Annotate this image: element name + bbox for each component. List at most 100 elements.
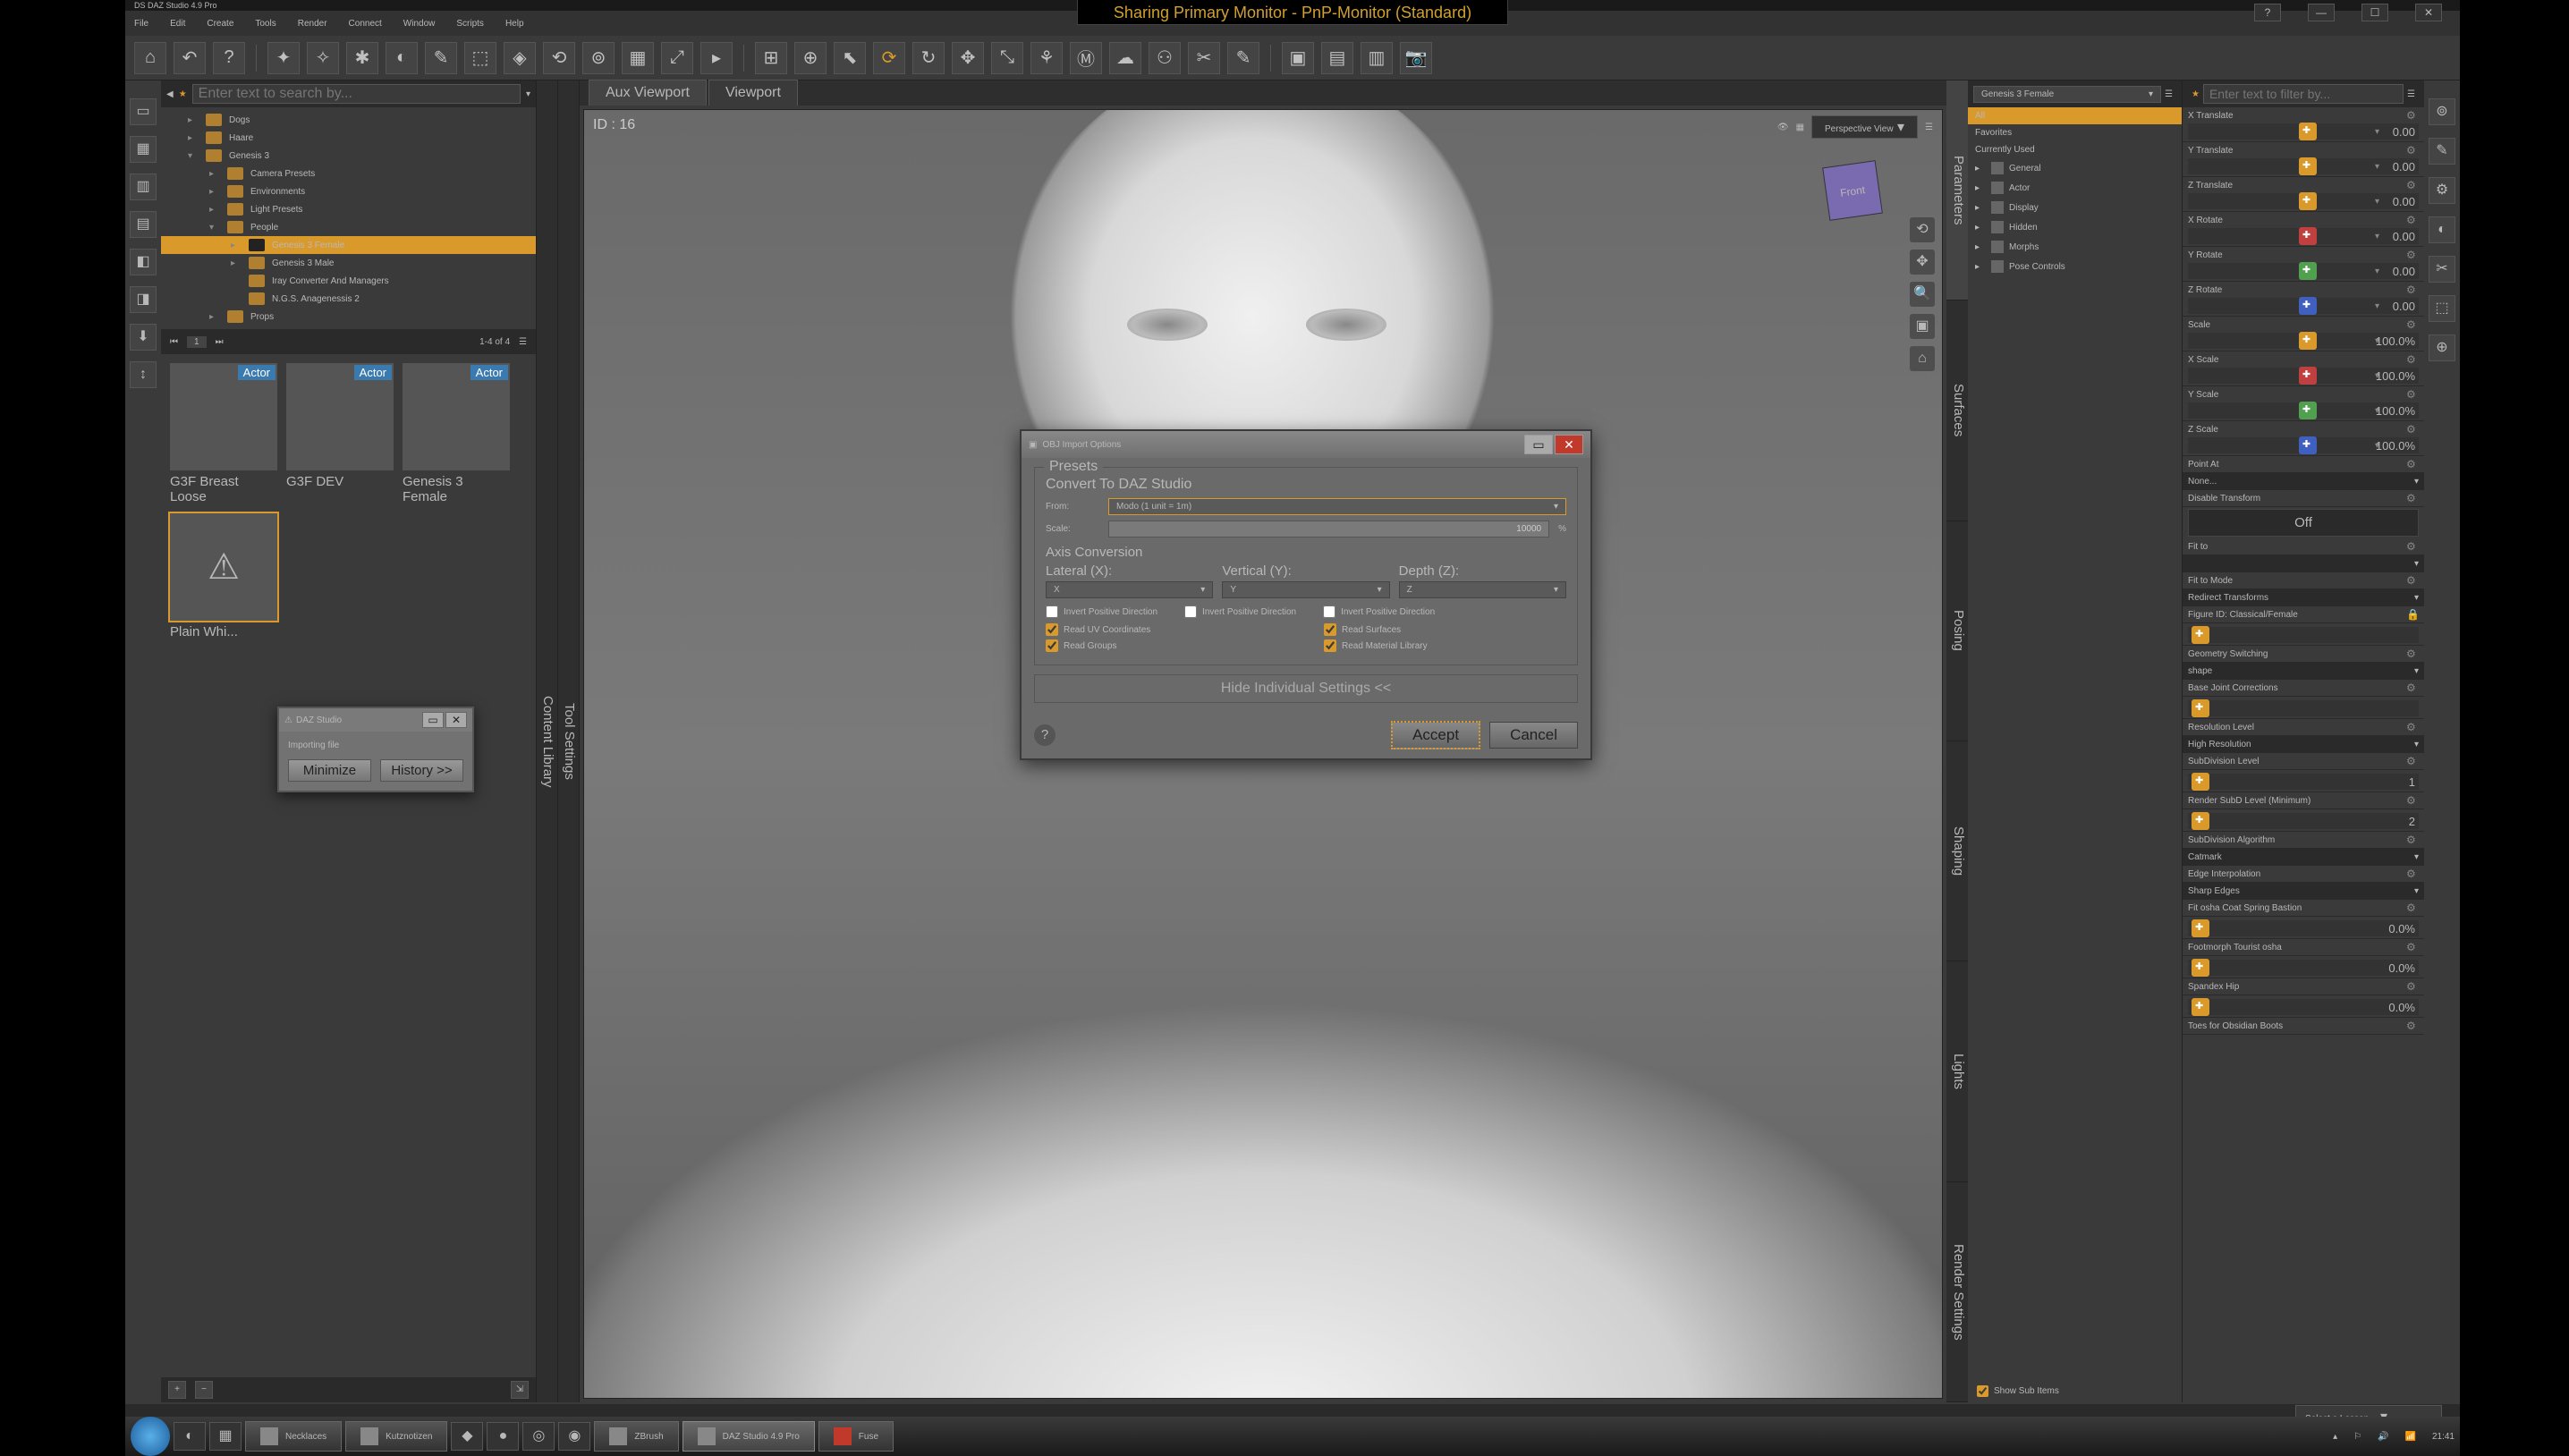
invert-z-checkbox[interactable]	[1323, 605, 1335, 618]
tray-icon[interactable]: ⚐	[2353, 1432, 2361, 1442]
pan-icon[interactable]: ✥	[1910, 250, 1935, 275]
param-slider[interactable]: ▾0.00	[2188, 298, 2419, 314]
content-thumb[interactable]: ActorG3F Breast Loose	[170, 363, 277, 504]
scene-row[interactable]: ▸Display	[1968, 198, 2182, 217]
content-thumb[interactable]: ActorG3F DEV	[286, 363, 394, 504]
activity-icon[interactable]: ◨	[130, 286, 157, 313]
gear-icon[interactable]: ⚙	[2406, 144, 2419, 157]
tab-posing[interactable]: Posing	[1946, 521, 1968, 741]
undo-icon[interactable]: ↶	[174, 42, 206, 74]
tab-render-settings[interactable]: Render Settings	[1946, 1182, 1968, 1402]
orbit-icon[interactable]: ⟲	[1910, 217, 1935, 242]
scene-row[interactable]: ▸Morphs	[1968, 237, 2182, 257]
taskbar-item[interactable]: ZBrush	[594, 1421, 678, 1452]
tree-item[interactable]: ▸Camera Presets	[161, 165, 536, 182]
tool-icon[interactable]: Ⓜ	[1070, 42, 1102, 74]
pointer-icon[interactable]: ⬉	[834, 42, 866, 74]
scene-row[interactable]: ▸General	[1968, 158, 2182, 178]
invert-x-checkbox[interactable]	[1046, 605, 1058, 618]
view-mode-icon[interactable]: ▦	[1796, 123, 1804, 132]
tool-icon[interactable]: ◐	[386, 42, 418, 74]
tab-surfaces[interactable]: Surfaces	[1946, 301, 1968, 521]
camera-dropdown[interactable]: Perspective View ▾	[1811, 115, 1918, 139]
param-dropdown[interactable]: Catmark▾	[2183, 849, 2424, 866]
scene-node-dropdown[interactable]: Genesis 3 Female▾	[1973, 86, 2161, 103]
zoom-icon[interactable]: 🔍	[1910, 282, 1935, 307]
cancel-button[interactable]: Cancel	[1489, 722, 1578, 749]
gear-icon[interactable]: ⚙	[2406, 794, 2419, 807]
menu-edit[interactable]: Edit	[170, 19, 185, 29]
gear-icon[interactable]: ⚙	[2406, 214, 2419, 226]
param-slider[interactable]: 1	[2188, 774, 2419, 790]
gear-icon[interactable]: ⚙	[2406, 492, 2419, 504]
tab-aux-viewport[interactable]: Aux Viewport	[589, 80, 707, 106]
close-icon[interactable]: ✕	[2415, 4, 2442, 21]
tab-viewport[interactable]: Viewport	[708, 80, 798, 106]
menu-window[interactable]: Window	[403, 19, 436, 29]
tool-icon[interactable]: ⊚	[582, 42, 615, 74]
menu-render[interactable]: Render	[298, 19, 327, 29]
tool-icon[interactable]: ↻	[912, 42, 945, 74]
tool-icon[interactable]: ⊕	[794, 42, 827, 74]
tool-icon[interactable]: ⬚	[464, 42, 496, 74]
render-icon[interactable]: ▤	[1321, 42, 1353, 74]
taskbar-item[interactable]: DAZ Studio 4.9 Pro	[683, 1421, 815, 1452]
tool-icon[interactable]: ✦	[267, 42, 300, 74]
gear-icon[interactable]: ⚙	[2406, 868, 2419, 880]
reset-icon[interactable]: ⌂	[1910, 346, 1935, 371]
side-tab-tool-settings[interactable]: Tool Settings	[558, 80, 580, 1402]
taskbar-item[interactable]: Fuse	[818, 1421, 894, 1452]
view-cube[interactable]: Front	[1822, 160, 1883, 221]
gear-icon[interactable]: ⚙	[2406, 755, 2419, 767]
tool-icon[interactable]: ◈	[504, 42, 536, 74]
activity-icon[interactable]: ◧	[130, 249, 157, 275]
dialog-help-icon[interactable]: ?	[1034, 724, 1056, 746]
progress-close-icon[interactable]: ✕	[445, 712, 467, 728]
import-option-checkbox[interactable]	[1046, 623, 1058, 636]
tool-icon[interactable]: ✂	[2429, 256, 2455, 283]
dropdown-icon[interactable]: ▾	[526, 89, 530, 99]
dialog-close-icon[interactable]: ✕	[1555, 435, 1583, 454]
gear-icon[interactable]: ⚙	[2406, 179, 2419, 191]
content-search-input[interactable]	[192, 84, 521, 104]
tool-icon[interactable]: ✧	[307, 42, 339, 74]
tool-icon[interactable]: ✎	[1227, 42, 1259, 74]
tool-icon[interactable]: ✎	[2429, 138, 2455, 165]
dropdown-icon[interactable]: ▸	[700, 42, 733, 74]
accept-button[interactable]: Accept	[1391, 721, 1480, 749]
tool-icon[interactable]: ⊚	[2429, 98, 2455, 125]
tree-item[interactable]: Iray Converter And Managers	[161, 272, 536, 290]
param-dropdown[interactable]: Redirect Transforms▾	[2183, 589, 2424, 606]
param-slider[interactable]: ▾0.00	[2188, 193, 2419, 209]
tree-item[interactable]: ▸Genesis 3 Male	[161, 254, 536, 272]
params-filter-input[interactable]	[2203, 84, 2404, 104]
gear-icon[interactable]: ⚙	[2406, 648, 2419, 660]
content-thumb[interactable]: ⚠Plain Whi...	[170, 513, 277, 639]
help-icon[interactable]: ?	[2254, 4, 2281, 21]
gear-icon[interactable]: ⚙	[2406, 423, 2419, 436]
tray-icon[interactable]: 📶	[2405, 1432, 2416, 1442]
param-slider[interactable]: ▾100.0%	[2188, 402, 2419, 419]
axis-dropdown[interactable]: Y▾	[1222, 581, 1389, 598]
render-icon[interactable]: ▣	[1282, 42, 1314, 74]
taskbar-icon[interactable]: ▦	[209, 1422, 242, 1451]
gear-icon[interactable]: ⚙	[2406, 834, 2419, 846]
import-option-checkbox[interactable]	[1046, 639, 1058, 652]
param-dropdown[interactable]: ▾	[2183, 555, 2424, 572]
param-dropdown[interactable]: shape▾	[2183, 663, 2424, 680]
gear-icon[interactable]: ⚙	[2406, 721, 2419, 733]
param-slider[interactable]	[2188, 700, 2419, 716]
tab-shaping[interactable]: Shaping	[1946, 741, 1968, 961]
param-slider[interactable]: ▾100.0%	[2188, 368, 2419, 384]
param-dropdown[interactable]: None...▾	[2183, 473, 2424, 490]
param-slider[interactable]: 2	[2188, 813, 2419, 829]
dialog-minimize-icon[interactable]: ▭	[1524, 435, 1553, 454]
tool-icon[interactable]: ☁	[1109, 42, 1141, 74]
gear-icon[interactable]: ⚙	[2406, 318, 2419, 331]
start-button[interactable]	[131, 1417, 170, 1456]
scene-row[interactable]: ▸Hidden	[1968, 217, 2182, 237]
tree-item[interactable]: ▸Genesis 3 Female	[161, 236, 536, 254]
gear-icon[interactable]: ⚙	[2406, 458, 2419, 470]
minimize-button[interactable]: Minimize	[288, 759, 371, 782]
activity-icon[interactable]: ▭	[130, 98, 157, 125]
